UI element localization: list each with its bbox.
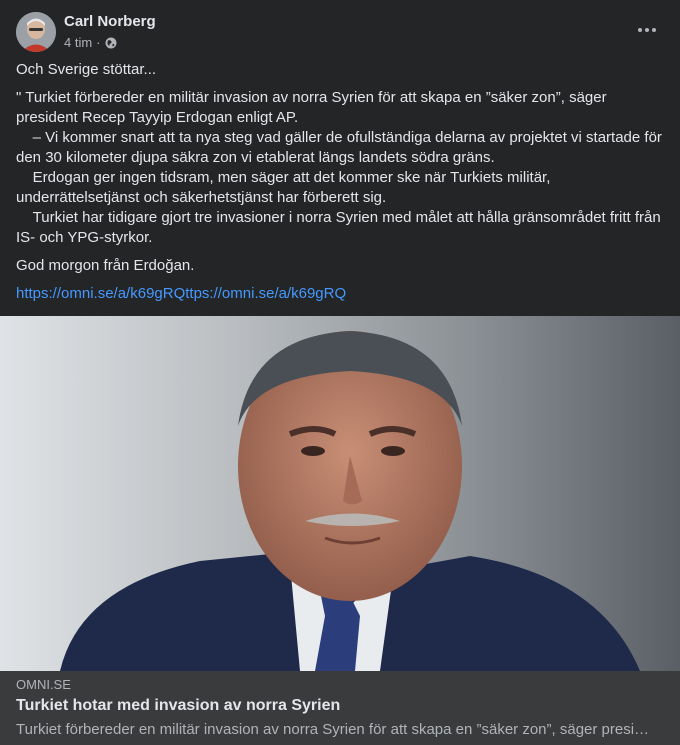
- more-options-icon[interactable]: [634, 20, 660, 40]
- post-paragraph: God morgon från Erdoğan.: [16, 257, 195, 274]
- author-name[interactable]: Carl Norberg: [64, 13, 156, 30]
- avatar-image: [16, 12, 56, 52]
- globe-icon: [105, 37, 117, 48]
- portrait-photo: [0, 316, 680, 671]
- post-header: Carl Norberg 4 tim ·: [16, 12, 664, 54]
- post-paragraph: " Turkiet förbereder en militär invasion…: [16, 89, 662, 246]
- post-meta: 4 tim ·: [64, 35, 117, 50]
- preview-title[interactable]: Turkiet hotar med invasion av norra Syri…: [16, 697, 340, 715]
- more-dot: [652, 28, 656, 32]
- more-dot: [645, 28, 649, 32]
- post-link[interactable]: https://omni.se/a/k69gRQttps://omni.se/a…: [16, 285, 346, 302]
- author-avatar[interactable]: [16, 12, 56, 52]
- preview-domain: OMNI.SE: [16, 677, 71, 692]
- preview-description: Turkiet förbereder en militär invasion a…: [16, 721, 650, 738]
- post-image[interactable]: [0, 316, 680, 671]
- meta-separator: ·: [96, 35, 101, 50]
- link-preview[interactable]: OMNI.SE Turkiet hotar med invasion av no…: [0, 671, 680, 745]
- more-dot: [638, 28, 642, 32]
- post-timestamp[interactable]: 4 tim: [64, 35, 92, 50]
- post-card: Carl Norberg 4 tim · Och Sverige stöttar…: [0, 0, 680, 745]
- post-paragraph: Och Sverige stöttar...: [16, 61, 157, 78]
- post-text: Och Sverige stöttar... " Turkiet förbere…: [16, 60, 666, 304]
